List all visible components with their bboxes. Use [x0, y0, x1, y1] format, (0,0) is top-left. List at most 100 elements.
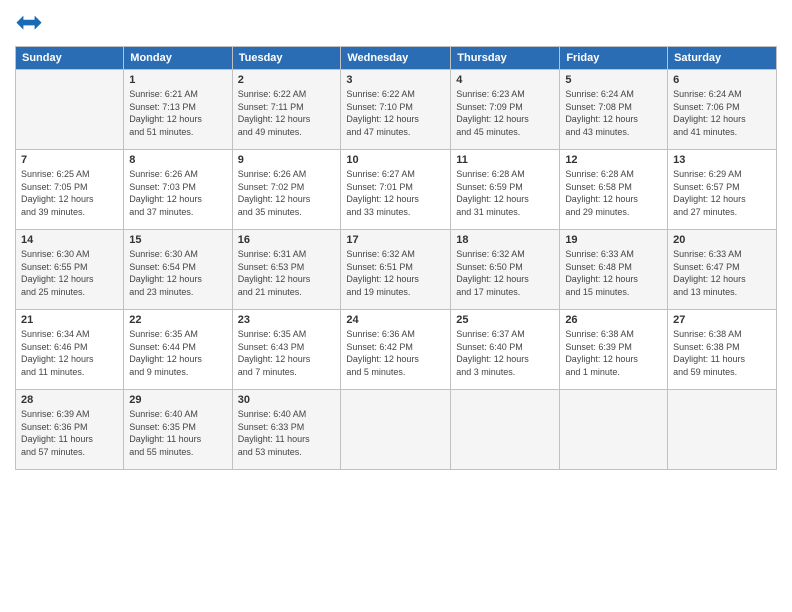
day-number: 6 [673, 74, 771, 86]
day-number: 30 [238, 394, 336, 406]
day-cell: 23 Sunrise: 6:35 AM Sunset: 6:43 PM Dayli… [232, 310, 341, 390]
day-cell: 16 Sunrise: 6:31 AM Sunset: 6:53 PM Dayli… [232, 230, 341, 310]
day-cell: 8Sunrise: 6:26 AM Sunset: 7:03 PM Daylig… [124, 150, 232, 230]
day-cell: 6 Sunrise: 6:24 AM Sunset: 7:06 PM Daylig… [668, 70, 777, 150]
day-cell: 11 Sunrise: 6:28 AM Sunset: 6:59 PM Dayli… [451, 150, 560, 230]
day-number: 8 [129, 154, 226, 166]
day-number: 21 [21, 314, 118, 326]
day-cell: 10 Sunrise: 6:27 AM Sunset: 7:01 PM Dayli… [341, 150, 451, 230]
day-info: Sunrise: 6:22 AM Sunset: 7:11 PM Dayligh… [238, 88, 336, 138]
week-row-5: 28Sunrise: 6:39 AM Sunset: 6:36 PM Dayli… [16, 390, 777, 470]
col-header-wednesday: Wednesday [341, 47, 451, 70]
day-cell: 17 Sunrise: 6:32 AM Sunset: 6:51 PM Dayli… [341, 230, 451, 310]
day-number: 25 [456, 314, 554, 326]
day-cell: 22 Sunrise: 6:35 AM Sunset: 6:44 PM Dayli… [124, 310, 232, 390]
day-cell: 25 Sunrise: 6:37 AM Sunset: 6:40 PM Dayli… [451, 310, 560, 390]
day-info: Sunrise: 6:24 AM Sunset: 7:06 PM Dayligh… [673, 88, 771, 138]
day-number: 20 [673, 234, 771, 246]
day-number: 16 [238, 234, 336, 246]
day-info: Sunrise: 6:24 AM Sunset: 7:08 PM Dayligh… [565, 88, 662, 138]
day-cell: 1 Sunrise: 6:21 AM Sunset: 7:13 PM Daylig… [124, 70, 232, 150]
day-cell: 27 Sunrise: 6:38 AM Sunset: 6:38 PM Dayli… [668, 310, 777, 390]
day-number: 18 [456, 234, 554, 246]
day-cell: 5 Sunrise: 6:24 AM Sunset: 7:08 PM Daylig… [560, 70, 668, 150]
day-number: 14 [21, 234, 118, 246]
day-info: Sunrise: 6:35 AM Sunset: 6:44 PM Dayligh… [129, 328, 226, 378]
day-number: 22 [129, 314, 226, 326]
day-number: 23 [238, 314, 336, 326]
day-number: 11 [456, 154, 554, 166]
day-cell: 3 Sunrise: 6:22 AM Sunset: 7:10 PM Daylig… [341, 70, 451, 150]
day-number: 10 [346, 154, 445, 166]
day-number: 13 [673, 154, 771, 166]
day-number: 26 [565, 314, 662, 326]
day-number: 27 [673, 314, 771, 326]
day-cell: 29Sunrise: 6:40 AM Sunset: 6:35 PM Dayli… [124, 390, 232, 470]
day-info: Sunrise: 6:21 AM Sunset: 7:13 PM Dayligh… [129, 88, 226, 138]
day-info: Sunrise: 6:26 AM Sunset: 7:02 PM Dayligh… [238, 168, 336, 218]
day-info: Sunrise: 6:30 AM Sunset: 6:55 PM Dayligh… [21, 248, 118, 298]
logo [15, 10, 47, 38]
day-cell: 14 Sunrise: 6:30 AM Sunset: 6:55 PM Dayli… [16, 230, 124, 310]
day-info: Sunrise: 6:28 AM Sunset: 6:58 PM Dayligh… [565, 168, 662, 218]
day-info: Sunrise: 6:32 AM Sunset: 6:51 PM Dayligh… [346, 248, 445, 298]
col-header-monday: Monday [124, 47, 232, 70]
day-cell: 15 Sunrise: 6:30 AM Sunset: 6:54 PM Dayli… [124, 230, 232, 310]
day-info: Sunrise: 6:33 AM Sunset: 6:47 PM Dayligh… [673, 248, 771, 298]
day-cell: 30Sunrise: 6:40 AM Sunset: 6:33 PM Dayli… [232, 390, 341, 470]
col-header-thursday: Thursday [451, 47, 560, 70]
page: SundayMondayTuesdayWednesdayThursdayFrid… [0, 0, 792, 612]
day-cell [668, 390, 777, 470]
day-cell: 20 Sunrise: 6:33 AM Sunset: 6:47 PM Dayli… [668, 230, 777, 310]
day-info: Sunrise: 6:30 AM Sunset: 6:54 PM Dayligh… [129, 248, 226, 298]
day-cell: 21Sunrise: 6:34 AM Sunset: 6:46 PM Dayli… [16, 310, 124, 390]
day-cell: 2 Sunrise: 6:22 AM Sunset: 7:11 PM Daylig… [232, 70, 341, 150]
day-number: 1 [129, 74, 226, 86]
day-cell: 4Sunrise: 6:23 AM Sunset: 7:09 PM Daylig… [451, 70, 560, 150]
day-number: 19 [565, 234, 662, 246]
day-number: 5 [565, 74, 662, 86]
day-info: Sunrise: 6:29 AM Sunset: 6:57 PM Dayligh… [673, 168, 771, 218]
calendar-table: SundayMondayTuesdayWednesdayThursdayFrid… [15, 46, 777, 470]
day-number: 29 [129, 394, 226, 406]
week-row-4: 21Sunrise: 6:34 AM Sunset: 6:46 PM Dayli… [16, 310, 777, 390]
day-cell: 19 Sunrise: 6:33 AM Sunset: 6:48 PM Dayli… [560, 230, 668, 310]
day-info: Sunrise: 6:37 AM Sunset: 6:40 PM Dayligh… [456, 328, 554, 378]
day-cell: 9 Sunrise: 6:26 AM Sunset: 7:02 PM Daylig… [232, 150, 341, 230]
day-number: 7 [21, 154, 118, 166]
col-header-sunday: Sunday [16, 47, 124, 70]
day-cell: 24 Sunrise: 6:36 AM Sunset: 6:42 PM Dayli… [341, 310, 451, 390]
day-info: Sunrise: 6:33 AM Sunset: 6:48 PM Dayligh… [565, 248, 662, 298]
day-info: Sunrise: 6:38 AM Sunset: 6:38 PM Dayligh… [673, 328, 771, 378]
day-cell: 28Sunrise: 6:39 AM Sunset: 6:36 PM Dayli… [16, 390, 124, 470]
day-info: Sunrise: 6:32 AM Sunset: 6:50 PM Dayligh… [456, 248, 554, 298]
day-number: 3 [346, 74, 445, 86]
day-cell: 7 Sunrise: 6:25 AM Sunset: 7:05 PM Daylig… [16, 150, 124, 230]
day-info: Sunrise: 6:27 AM Sunset: 7:01 PM Dayligh… [346, 168, 445, 218]
day-cell [560, 390, 668, 470]
week-row-1: 1 Sunrise: 6:21 AM Sunset: 7:13 PM Daylig… [16, 70, 777, 150]
day-info: Sunrise: 6:36 AM Sunset: 6:42 PM Dayligh… [346, 328, 445, 378]
day-number: 12 [565, 154, 662, 166]
day-info: Sunrise: 6:39 AM Sunset: 6:36 PM Dayligh… [21, 408, 118, 458]
day-cell: 26 Sunrise: 6:38 AM Sunset: 6:39 PM Dayli… [560, 310, 668, 390]
day-info: Sunrise: 6:31 AM Sunset: 6:53 PM Dayligh… [238, 248, 336, 298]
day-number: 9 [238, 154, 336, 166]
col-header-friday: Friday [560, 47, 668, 70]
day-number: 17 [346, 234, 445, 246]
day-info: Sunrise: 6:25 AM Sunset: 7:05 PM Dayligh… [21, 168, 118, 218]
day-number: 2 [238, 74, 336, 86]
week-row-2: 7 Sunrise: 6:25 AM Sunset: 7:05 PM Daylig… [16, 150, 777, 230]
day-info: Sunrise: 6:38 AM Sunset: 6:39 PM Dayligh… [565, 328, 662, 378]
day-cell: 18 Sunrise: 6:32 AM Sunset: 6:50 PM Dayli… [451, 230, 560, 310]
day-cell [451, 390, 560, 470]
header-row: SundayMondayTuesdayWednesdayThursdayFrid… [16, 47, 777, 70]
day-number: 24 [346, 314, 445, 326]
week-row-3: 14 Sunrise: 6:30 AM Sunset: 6:55 PM Dayli… [16, 230, 777, 310]
day-info: Sunrise: 6:28 AM Sunset: 6:59 PM Dayligh… [456, 168, 554, 218]
day-info: Sunrise: 6:22 AM Sunset: 7:10 PM Dayligh… [346, 88, 445, 138]
logo-icon [15, 10, 43, 38]
day-cell: 13 Sunrise: 6:29 AM Sunset: 6:57 PM Dayli… [668, 150, 777, 230]
day-number: 15 [129, 234, 226, 246]
day-info: Sunrise: 6:35 AM Sunset: 6:43 PM Dayligh… [238, 328, 336, 378]
